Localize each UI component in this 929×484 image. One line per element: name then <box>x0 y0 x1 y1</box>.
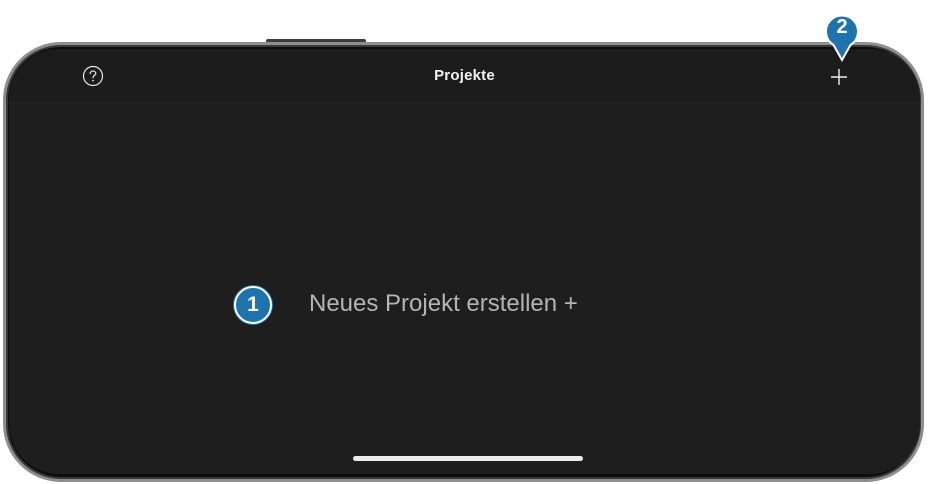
navigation-bar: Projekte <box>9 49 920 103</box>
home-indicator[interactable] <box>353 456 583 461</box>
page-title: Projekte <box>434 67 495 84</box>
create-project-link[interactable]: Neues Projekt erstellen + <box>309 290 578 318</box>
add-project-button[interactable] <box>828 66 850 88</box>
annotation-marker-2: 2 <box>822 8 862 64</box>
annotation-marker-2-label: 2 <box>836 16 848 38</box>
app-screen: Projekte Neues Projekt erstellen + <box>9 49 920 474</box>
plus-icon <box>831 69 847 85</box>
annotation-marker-1: 1 <box>234 286 272 324</box>
